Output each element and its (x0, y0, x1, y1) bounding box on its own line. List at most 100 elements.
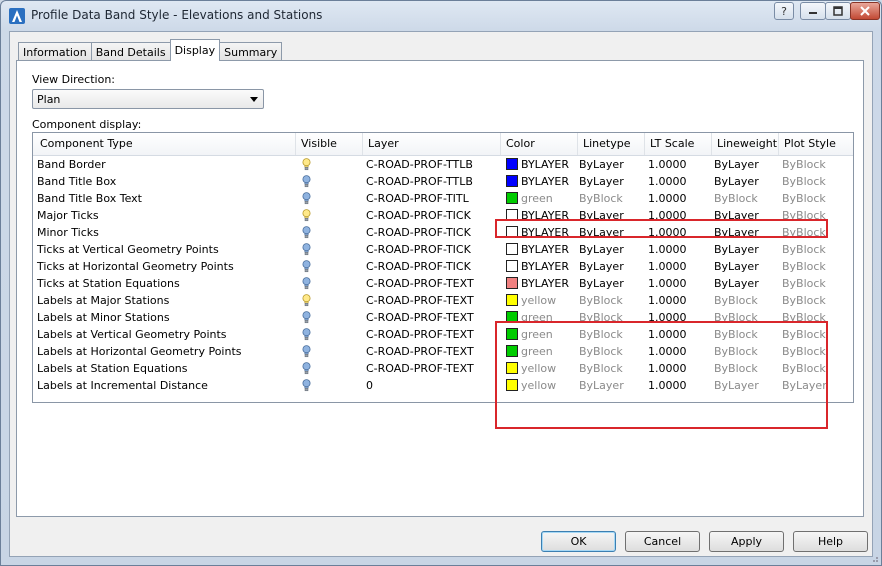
cell-plot-style[interactable]: ByBlock (779, 224, 853, 241)
cell-lt-scale[interactable]: 1.0000 (645, 275, 712, 292)
cell-component-type[interactable]: Minor Ticks (33, 224, 296, 241)
cell-layer[interactable]: C-ROAD-PROF-TICK (363, 224, 501, 241)
lightbulb-on-icon[interactable] (302, 158, 311, 171)
cell-visible[interactable] (296, 241, 363, 258)
cell-visible[interactable] (296, 326, 363, 343)
help-button[interactable]: Help (793, 531, 868, 552)
cell-lt-scale[interactable]: 1.0000 (645, 224, 712, 241)
cell-plot-style[interactable]: ByBlock (779, 360, 853, 377)
cell-lt-scale[interactable]: 1.0000 (645, 190, 712, 207)
view-direction-dropdown[interactable]: Plan (32, 89, 264, 109)
cell-visible[interactable] (296, 156, 363, 173)
cell-lineweight[interactable]: ByBlock (712, 309, 779, 326)
column-header-layer[interactable]: Layer (363, 133, 501, 155)
cell-lt-scale[interactable]: 1.0000 (645, 241, 712, 258)
cell-linetype[interactable]: ByBlock (578, 309, 645, 326)
cell-visible[interactable] (296, 207, 363, 224)
cell-color[interactable]: green (501, 309, 578, 326)
cell-plot-style[interactable]: ByBlock (779, 258, 853, 275)
cell-linetype[interactable]: ByLayer (578, 241, 645, 258)
cell-component-type[interactable]: Band Title Box (33, 173, 296, 190)
cell-layer[interactable]: C-ROAD-PROF-TEXT (363, 309, 501, 326)
cell-component-type[interactable]: Labels at Vertical Geometry Points (33, 326, 296, 343)
cell-lt-scale[interactable]: 1.0000 (645, 377, 712, 394)
cell-lineweight[interactable]: ByBlock (712, 343, 779, 360)
apply-button[interactable]: Apply (709, 531, 784, 552)
cell-plot-style[interactable]: ByBlock (779, 275, 853, 292)
column-header-linetype[interactable]: Linetype (578, 133, 645, 155)
cell-lt-scale[interactable]: 1.0000 (645, 360, 712, 377)
table-row[interactable]: Ticks at Horizontal Geometry Points C-ROA… (33, 258, 853, 275)
cell-color[interactable]: yellow (501, 360, 578, 377)
cell-lt-scale[interactable]: 1.0000 (645, 207, 712, 224)
cell-component-type[interactable]: Labels at Incremental Distance (33, 377, 296, 394)
cell-lineweight[interactable]: ByLayer (712, 377, 779, 394)
lightbulb-off-icon[interactable] (302, 226, 311, 239)
cell-plot-style[interactable]: ByBlock (779, 156, 853, 173)
tab-information[interactable]: Information (18, 42, 92, 61)
cell-color[interactable]: green (501, 326, 578, 343)
cell-component-type[interactable]: Band Border (33, 156, 296, 173)
cell-lineweight[interactable]: ByLayer (712, 241, 779, 258)
cell-layer[interactable]: C-ROAD-PROF-TICK (363, 207, 501, 224)
cell-component-type[interactable]: Ticks at Station Equations (33, 275, 296, 292)
cell-layer[interactable]: C-ROAD-PROF-TITL (363, 190, 501, 207)
cell-color[interactable]: yellow (501, 292, 578, 309)
cell-plot-style[interactable]: ByLayer (779, 377, 853, 394)
cell-visible[interactable] (296, 309, 363, 326)
maximize-button[interactable] (825, 2, 851, 20)
cell-color[interactable]: green (501, 190, 578, 207)
cell-lineweight[interactable]: ByBlock (712, 326, 779, 343)
cell-lt-scale[interactable]: 1.0000 (645, 309, 712, 326)
cell-lt-scale[interactable]: 1.0000 (645, 292, 712, 309)
table-row[interactable]: Labels at Station Equations C-ROAD-PROF-T… (33, 360, 853, 377)
table-row[interactable]: Labels at Horizontal Geometry Points C-RO… (33, 343, 853, 360)
cell-linetype[interactable]: ByBlock (578, 190, 645, 207)
lightbulb-off-icon[interactable] (302, 192, 311, 205)
lightbulb-off-icon[interactable] (302, 379, 311, 392)
cell-linetype[interactable]: ByLayer (578, 224, 645, 241)
cell-component-type[interactable]: Labels at Horizontal Geometry Points (33, 343, 296, 360)
table-row[interactable]: Band Title Box C-ROAD-PROF-TTLB BYLAYER ByL… (33, 173, 853, 190)
cell-component-type[interactable]: Labels at Major Stations (33, 292, 296, 309)
cell-lineweight[interactable]: ByLayer (712, 224, 779, 241)
cell-linetype[interactable]: ByBlock (578, 360, 645, 377)
lightbulb-off-icon[interactable] (302, 277, 311, 290)
cell-layer[interactable]: C-ROAD-PROF-TEXT (363, 292, 501, 309)
table-row[interactable]: Band Title Box Text C-ROAD-PROF-TITL green… (33, 190, 853, 207)
cell-layer[interactable]: C-ROAD-PROF-TEXT (363, 360, 501, 377)
cell-color[interactable]: yellow (501, 377, 578, 394)
cell-plot-style[interactable]: ByBlock (779, 292, 853, 309)
cell-lineweight[interactable]: ByBlock (712, 190, 779, 207)
cell-linetype[interactable]: ByLayer (578, 207, 645, 224)
cell-component-type[interactable]: Labels at Station Equations (33, 360, 296, 377)
column-header-component-type[interactable]: Component Type (33, 133, 296, 155)
table-row[interactable]: Band Border C-ROAD-PROF-TTLB BYLAYER ByLaye… (33, 156, 853, 173)
cell-component-type[interactable]: Band Title Box Text (33, 190, 296, 207)
title-bar[interactable]: Profile Data Band Style - Elevations and… (1, 1, 881, 31)
cell-color[interactable]: BYLAYER (501, 275, 578, 292)
table-row[interactable]: Ticks at Station Equations C-ROAD-PROF-TE… (33, 275, 853, 292)
tab-summary[interactable]: Summary (219, 42, 283, 61)
cell-visible[interactable] (296, 292, 363, 309)
cell-layer[interactable]: C-ROAD-PROF-TTLB (363, 173, 501, 190)
cell-component-type[interactable]: Labels at Minor Stations (33, 309, 296, 326)
cell-color[interactable]: BYLAYER (501, 173, 578, 190)
cell-lt-scale[interactable]: 1.0000 (645, 343, 712, 360)
cell-plot-style[interactable]: ByBlock (779, 173, 853, 190)
close-button[interactable] (850, 2, 880, 20)
table-row[interactable]: Major Ticks C-ROAD-PROF-TICK BYLAYER ByLaye… (33, 207, 853, 224)
cell-layer[interactable]: C-ROAD-PROF-TICK (363, 241, 501, 258)
lightbulb-on-icon[interactable] (302, 294, 311, 307)
cell-color[interactable]: BYLAYER (501, 207, 578, 224)
cell-layer[interactable]: C-ROAD-PROF-TEXT (363, 275, 501, 292)
cell-lt-scale[interactable]: 1.0000 (645, 326, 712, 343)
cell-visible[interactable] (296, 224, 363, 241)
cell-lineweight[interactable]: ByBlock (712, 360, 779, 377)
cell-linetype[interactable]: ByBlock (578, 292, 645, 309)
column-header-visible[interactable]: Visible (296, 133, 363, 155)
cell-component-type[interactable]: Ticks at Vertical Geometry Points (33, 241, 296, 258)
cell-linetype[interactable]: ByLayer (578, 173, 645, 190)
cell-visible[interactable] (296, 258, 363, 275)
cell-linetype[interactable]: ByLayer (578, 258, 645, 275)
